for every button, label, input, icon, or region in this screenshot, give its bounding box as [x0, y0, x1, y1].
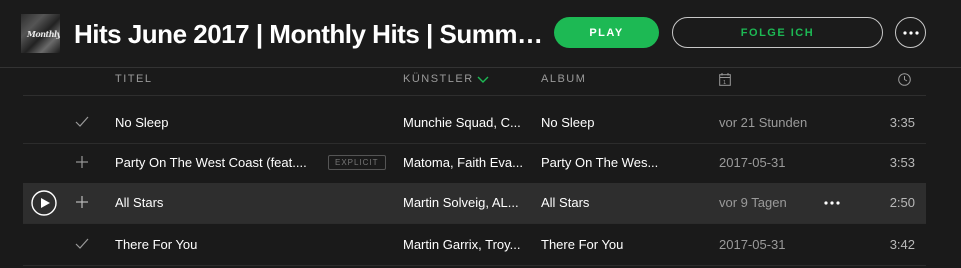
header-divider	[23, 95, 926, 96]
track-artist[interactable]: Munchie Squad, C...	[403, 115, 531, 130]
track-more-options-icon[interactable]	[824, 201, 840, 205]
checkmark-icon[interactable]	[75, 116, 89, 128]
track-added-date: 2017-05-31	[719, 237, 786, 252]
track-added-date: 2017-05-31	[719, 155, 786, 170]
clock-icon[interactable]	[898, 73, 911, 86]
track-title[interactable]: All Stars	[115, 195, 325, 210]
track-title[interactable]: Party On The West Coast (feat....	[115, 155, 325, 170]
track-album[interactable]: All Stars	[541, 195, 691, 210]
track-added-date: vor 9 Tagen	[719, 195, 787, 210]
column-artist[interactable]: KÜNSTLER	[403, 73, 474, 85]
track-row[interactable]: All Stars Martin Solveig, AL... All Star…	[23, 183, 926, 224]
track-duration: 3:42	[889, 237, 915, 252]
explicit-badge: EXPLICIT	[328, 155, 386, 170]
cover-text: Monthly	[27, 29, 60, 39]
add-icon[interactable]	[76, 156, 88, 168]
more-options-icon	[902, 30, 919, 35]
column-title[interactable]: TITEL	[115, 73, 152, 85]
track-duration: 3:53	[889, 155, 915, 170]
track-play-button[interactable]	[31, 190, 57, 216]
calendar-icon[interactable]: 1	[719, 73, 731, 86]
track-row[interactable]: No Sleep Munchie Squad, C... No Sleep vo…	[23, 103, 926, 144]
track-title[interactable]: There For You	[115, 237, 325, 252]
more-options-button[interactable]	[895, 17, 926, 48]
follow-button[interactable]: FOLGE ICH	[672, 17, 883, 48]
playlist-header: Monthly Hits June 2017 | Monthly Hits | …	[0, 0, 961, 68]
track-artist[interactable]: Matoma, Faith Eva...	[403, 155, 531, 170]
playlist-title: Hits June 2017 | Monthly Hits | Summer H…	[74, 19, 544, 49]
track-album[interactable]: Party On The Wes...	[541, 155, 691, 170]
track-row[interactable]: There For You Martin Garrix, Troy... The…	[23, 225, 926, 266]
sort-chevron-down-icon[interactable]	[477, 76, 489, 84]
playlist-cover-image[interactable]: Monthly	[21, 14, 60, 53]
track-album[interactable]: There For You	[541, 237, 691, 252]
play-icon	[31, 190, 57, 216]
track-duration: 3:35	[889, 115, 915, 130]
column-album[interactable]: ALBUM	[541, 73, 586, 85]
track-album[interactable]: No Sleep	[541, 115, 691, 130]
track-table-header: TITEL KÜNSTLER ALBUM 1	[0, 68, 961, 96]
track-duration: 2:50	[889, 195, 915, 210]
track-added-date: vor 21 Stunden	[719, 115, 808, 130]
track-title[interactable]: No Sleep	[115, 115, 325, 130]
svg-text:1: 1	[723, 80, 726, 86]
track-artist[interactable]: Martin Solveig, AL...	[403, 195, 531, 210]
play-button[interactable]: PLAY	[554, 17, 659, 48]
track-row[interactable]: Party On The West Coast (feat.... EXPLIC…	[23, 143, 926, 184]
checkmark-icon[interactable]	[75, 238, 89, 250]
add-icon[interactable]	[76, 196, 88, 208]
track-artist[interactable]: Martin Garrix, Troy...	[403, 237, 531, 252]
